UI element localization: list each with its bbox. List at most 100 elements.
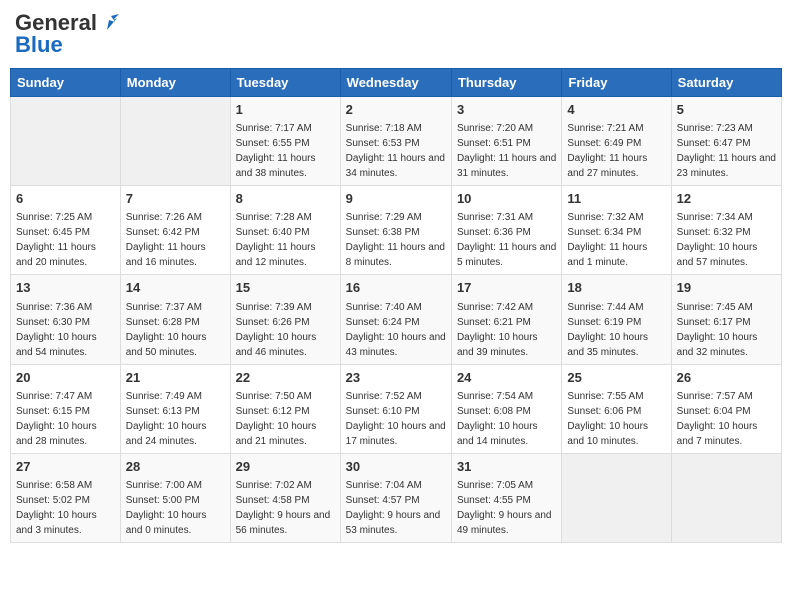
calendar-day-cell: 18Sunrise: 7:44 AM Sunset: 6:19 PM Dayli… [562, 275, 671, 364]
day-info: Sunrise: 7:36 AM Sunset: 6:30 PM Dayligh… [16, 302, 97, 358]
day-of-week-header: Thursday [451, 69, 561, 97]
calendar-day-cell: 6 Sunrise: 7:25 AM Sunset: 6:45 PM Daylig… [11, 186, 121, 275]
day-number: 3 [457, 101, 556, 119]
day-number: 6 [16, 190, 115, 208]
calendar-day-cell: 22Sunrise: 7:50 AM Sunset: 6:12 PM Dayli… [230, 364, 340, 453]
calendar-day-cell: 7 Sunrise: 7:26 AM Sunset: 6:42 PM Daylig… [120, 186, 230, 275]
calendar-day-cell: 2 Sunrise: 7:18 AM Sunset: 6:53 PM Daylig… [340, 97, 451, 186]
calendar-day-cell: 24Sunrise: 7:54 AM Sunset: 6:08 PM Dayli… [451, 364, 561, 453]
day-number: 10 [457, 190, 556, 208]
day-info: Sunrise: 7:04 AM Sunset: 4:57 PM Dayligh… [346, 480, 441, 536]
calendar-week-row: 1 Sunrise: 7:17 AM Sunset: 6:55 PM Daylig… [11, 97, 782, 186]
day-info: Sunrise: 7:26 AM Sunset: 6:42 PM Dayligh… [126, 212, 206, 268]
day-number: 14 [126, 279, 225, 297]
day-info: Sunrise: 7:21 AM Sunset: 6:49 PM Dayligh… [567, 123, 647, 179]
day-info: Sunrise: 7:28 AM Sunset: 6:40 PM Dayligh… [236, 212, 316, 268]
calendar-day-cell: 5Sunrise: 7:23 AM Sunset: 6:47 PM Daylig… [671, 97, 781, 186]
day-info: Sunrise: 7:50 AM Sunset: 6:12 PM Dayligh… [236, 391, 317, 447]
day-number: 25 [567, 369, 665, 387]
day-of-week-header: Sunday [11, 69, 121, 97]
day-info: Sunrise: 7:32 AM Sunset: 6:34 PM Dayligh… [567, 212, 647, 268]
day-number: 11 [567, 190, 665, 208]
day-number: 17 [457, 279, 556, 297]
calendar-week-row: 13 Sunrise: 7:36 AM Sunset: 6:30 PM Dayli… [11, 275, 782, 364]
calendar-day-cell [562, 453, 671, 542]
calendar-day-cell [11, 97, 121, 186]
day-info: Sunrise: 7:49 AM Sunset: 6:13 PM Dayligh… [126, 391, 207, 447]
day-number: 26 [677, 369, 776, 387]
day-info: Sunrise: 6:58 AM Sunset: 5:02 PM Dayligh… [16, 480, 97, 536]
calendar-day-cell: 31 Sunrise: 7:05 AM Sunset: 4:55 PM Dayli… [451, 453, 561, 542]
calendar-day-cell: 9 Sunrise: 7:29 AM Sunset: 6:38 PM Daylig… [340, 186, 451, 275]
day-info: Sunrise: 7:34 AM Sunset: 6:32 PM Dayligh… [677, 212, 758, 268]
calendar-day-cell: 12 Sunrise: 7:34 AM Sunset: 6:32 PM Dayli… [671, 186, 781, 275]
day-of-week-header: Monday [120, 69, 230, 97]
logo-bird-icon [99, 12, 121, 34]
day-info: Sunrise: 7:42 AM Sunset: 6:21 PM Dayligh… [457, 302, 538, 358]
day-number: 2 [346, 101, 446, 119]
day-info: Sunrise: 7:02 AM Sunset: 4:58 PM Dayligh… [236, 480, 331, 536]
page-header: General Blue [10, 10, 782, 58]
day-info: Sunrise: 7:00 AM Sunset: 5:00 PM Dayligh… [126, 480, 207, 536]
calendar-day-cell: 19Sunrise: 7:45 AM Sunset: 6:17 PM Dayli… [671, 275, 781, 364]
day-info: Sunrise: 7:17 AM Sunset: 6:55 PM Dayligh… [236, 123, 316, 179]
calendar-table: SundayMondayTuesdayWednesdayThursdayFrid… [10, 68, 782, 543]
calendar-header-row: SundayMondayTuesdayWednesdayThursdayFrid… [11, 69, 782, 97]
day-number: 19 [677, 279, 776, 297]
day-number: 27 [16, 458, 115, 476]
day-info: Sunrise: 7:31 AM Sunset: 6:36 PM Dayligh… [457, 212, 556, 268]
day-number: 7 [126, 190, 225, 208]
calendar-day-cell: 30 Sunrise: 7:04 AM Sunset: 4:57 PM Dayli… [340, 453, 451, 542]
day-of-week-header: Tuesday [230, 69, 340, 97]
day-number: 30 [346, 458, 446, 476]
day-number: 15 [236, 279, 335, 297]
calendar-day-cell: 4 Sunrise: 7:21 AM Sunset: 6:49 PM Daylig… [562, 97, 671, 186]
day-info: Sunrise: 7:52 AM Sunset: 6:10 PM Dayligh… [346, 391, 446, 447]
day-number: 28 [126, 458, 225, 476]
day-number: 20 [16, 369, 115, 387]
day-info: Sunrise: 7:39 AM Sunset: 6:26 PM Dayligh… [236, 302, 317, 358]
day-number: 21 [126, 369, 225, 387]
day-info: Sunrise: 7:47 AM Sunset: 6:15 PM Dayligh… [16, 391, 97, 447]
calendar-day-cell: 10 Sunrise: 7:31 AM Sunset: 6:36 PM Dayli… [451, 186, 561, 275]
calendar-day-cell: 28 Sunrise: 7:00 AM Sunset: 5:00 PM Dayli… [120, 453, 230, 542]
calendar-day-cell: 25Sunrise: 7:55 AM Sunset: 6:06 PM Dayli… [562, 364, 671, 453]
logo: General Blue [15, 10, 121, 58]
day-info: Sunrise: 7:40 AM Sunset: 6:24 PM Dayligh… [346, 302, 446, 358]
calendar-day-cell: 16 Sunrise: 7:40 AM Sunset: 6:24 PM Dayli… [340, 275, 451, 364]
day-number: 1 [236, 101, 335, 119]
day-number: 31 [457, 458, 556, 476]
calendar-day-cell: 13 Sunrise: 7:36 AM Sunset: 6:30 PM Dayli… [11, 275, 121, 364]
day-number: 12 [677, 190, 776, 208]
calendar-day-cell: 11 Sunrise: 7:32 AM Sunset: 6:34 PM Dayli… [562, 186, 671, 275]
day-number: 13 [16, 279, 115, 297]
day-of-week-header: Saturday [671, 69, 781, 97]
calendar-day-cell: 27 Sunrise: 6:58 AM Sunset: 5:02 PM Dayli… [11, 453, 121, 542]
calendar-day-cell: 23 Sunrise: 7:52 AM Sunset: 6:10 PM Dayli… [340, 364, 451, 453]
calendar-day-cell [671, 453, 781, 542]
day-number: 18 [567, 279, 665, 297]
day-number: 29 [236, 458, 335, 476]
day-number: 23 [346, 369, 446, 387]
day-number: 9 [346, 190, 446, 208]
logo-blue: Blue [15, 32, 63, 58]
calendar-day-cell: 1 Sunrise: 7:17 AM Sunset: 6:55 PM Daylig… [230, 97, 340, 186]
day-of-week-header: Wednesday [340, 69, 451, 97]
day-number: 16 [346, 279, 446, 297]
day-info: Sunrise: 7:25 AM Sunset: 6:45 PM Dayligh… [16, 212, 96, 268]
day-info: Sunrise: 7:37 AM Sunset: 6:28 PM Dayligh… [126, 302, 207, 358]
calendar-day-cell: 14 Sunrise: 7:37 AM Sunset: 6:28 PM Dayli… [120, 275, 230, 364]
day-number: 5 [677, 101, 776, 119]
day-number: 4 [567, 101, 665, 119]
calendar-week-row: 27 Sunrise: 6:58 AM Sunset: 5:02 PM Dayli… [11, 453, 782, 542]
day-of-week-header: Friday [562, 69, 671, 97]
day-info: Sunrise: 7:05 AM Sunset: 4:55 PM Dayligh… [457, 480, 552, 536]
calendar-day-cell: 29 Sunrise: 7:02 AM Sunset: 4:58 PM Dayli… [230, 453, 340, 542]
day-info: Sunrise: 7:54 AM Sunset: 6:08 PM Dayligh… [457, 391, 538, 447]
calendar-week-row: 6 Sunrise: 7:25 AM Sunset: 6:45 PM Daylig… [11, 186, 782, 275]
calendar-day-cell: 21 Sunrise: 7:49 AM Sunset: 6:13 PM Dayli… [120, 364, 230, 453]
day-info: Sunrise: 7:18 AM Sunset: 6:53 PM Dayligh… [346, 123, 445, 179]
day-info: Sunrise: 7:29 AM Sunset: 6:38 PM Dayligh… [346, 212, 445, 268]
day-info: Sunrise: 7:57 AM Sunset: 6:04 PM Dayligh… [677, 391, 758, 447]
calendar-day-cell: 26 Sunrise: 7:57 AM Sunset: 6:04 PM Dayli… [671, 364, 781, 453]
